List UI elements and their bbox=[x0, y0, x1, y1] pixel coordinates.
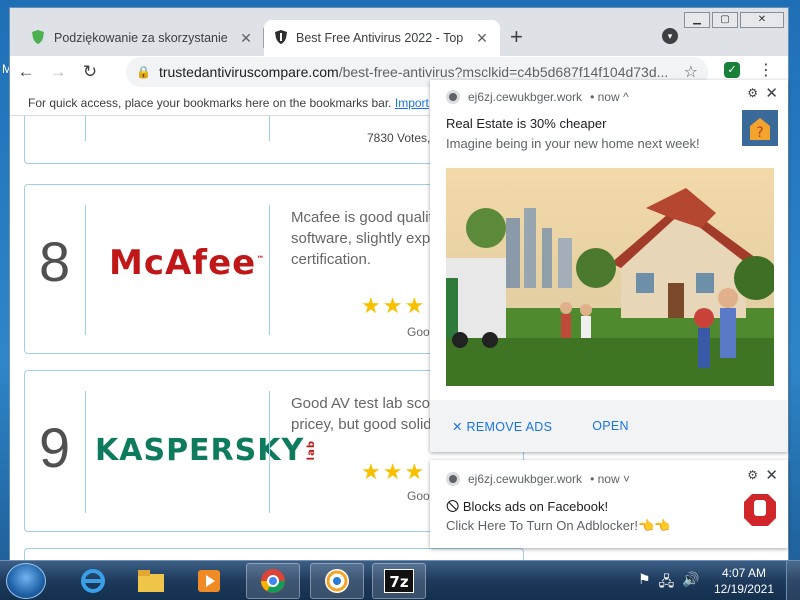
notification-time: • now ^ bbox=[590, 90, 629, 104]
lock-icon: 🔒 bbox=[136, 65, 151, 79]
chrome-taskbar-icon[interactable] bbox=[246, 563, 300, 599]
avast-secure-browser-icon[interactable] bbox=[310, 563, 364, 599]
card-divider bbox=[85, 116, 86, 141]
tab-active[interactable]: Best Free Antivirus 2022 - Top 10 ✕ bbox=[264, 20, 500, 56]
tab-strip: Podziękowanie za skorzystanie z ✕ Best F… bbox=[10, 8, 788, 56]
tab-close-icon[interactable]: ✕ bbox=[474, 30, 490, 47]
start-button[interactable] bbox=[6, 563, 46, 599]
notification-body: Click Here To Turn On Adblocker!👈👈 bbox=[446, 518, 671, 533]
tab-close-icon[interactable]: ✕ bbox=[238, 30, 254, 47]
chrome-icon bbox=[446, 90, 460, 104]
card-divider bbox=[269, 391, 270, 513]
action-center-flag-icon[interactable]: ⚑ bbox=[638, 571, 651, 595]
remove-ads-button[interactable]: ✕ REMOVE ADS bbox=[452, 419, 552, 434]
menu-kebab-icon[interactable]: ⋮ bbox=[758, 60, 774, 80]
forward-arrow-icon[interactable]: → bbox=[42, 62, 74, 82]
reload-icon[interactable]: ↻ bbox=[74, 62, 106, 82]
card-description: Mcafee is good quality software, slightl… bbox=[291, 207, 440, 270]
internet-explorer-icon[interactable] bbox=[66, 563, 120, 599]
minimize-button[interactable]: ▁ bbox=[684, 12, 710, 28]
close-window-button[interactable]: ✕ bbox=[740, 12, 784, 28]
tab-label: Podziękowanie za skorzystanie z bbox=[54, 31, 230, 45]
rank-number: 8 bbox=[39, 230, 71, 293]
tab-search-icon[interactable]: ▾ bbox=[662, 28, 678, 44]
brand-name: KASPERSKY bbox=[95, 433, 305, 468]
star-rating: ★★★ bbox=[361, 459, 427, 484]
clock-time: 4:07 AM bbox=[721, 566, 766, 580]
rating-verdict: Goo bbox=[407, 325, 430, 339]
desc-line: Mcafee is good quality bbox=[291, 209, 441, 226]
media-player-icon[interactable] bbox=[182, 563, 236, 599]
close-icon: ✕ bbox=[452, 419, 467, 434]
notification-body: Imagine being in your new home next week… bbox=[446, 136, 700, 151]
rank-number: 9 bbox=[39, 416, 71, 479]
notification-time: • now ˅ bbox=[590, 472, 630, 486]
shield-favicon-icon bbox=[30, 29, 46, 48]
star-rating: ★★★ bbox=[361, 293, 427, 318]
svg-text:7z: 7z bbox=[389, 573, 408, 591]
chrome-icon bbox=[446, 472, 460, 486]
new-tab-button[interactable]: + bbox=[510, 24, 523, 50]
card-divider bbox=[269, 116, 270, 141]
rating-verdict: Goo bbox=[407, 489, 430, 503]
card-description: Good AV test lab score pricey, but good … bbox=[291, 393, 443, 435]
notification-header: ej6zj.cewukbger.work • now ˅ bbox=[446, 472, 630, 486]
remove-ads-label: REMOVE ADS bbox=[466, 419, 553, 434]
card-divider bbox=[85, 391, 86, 513]
taskbar: 7z ⚑ 🖧 🔊 4:07 AM 12/19/2021 bbox=[0, 560, 800, 600]
desc-line: Good AV test lab score bbox=[291, 395, 444, 412]
brand-suffix: lab bbox=[306, 439, 318, 460]
trademark-mark: ™ bbox=[256, 254, 266, 264]
clock-date: 12/19/2021 bbox=[713, 582, 774, 596]
notification-title: Real Estate is 30% cheaper bbox=[446, 116, 607, 131]
house-illustration bbox=[446, 168, 774, 386]
notification-source: ej6zj.cewukbger.work bbox=[468, 90, 583, 104]
bookmark-star-icon[interactable]: ☆ bbox=[684, 62, 698, 82]
desc-line: pricey, but good solid bbox=[291, 416, 432, 433]
tab-label: Best Free Antivirus 2022 - Top 10 bbox=[296, 31, 466, 45]
settings-gear-icon[interactable]: ⚙ bbox=[747, 468, 758, 482]
card-divider bbox=[85, 205, 86, 335]
card-divider bbox=[269, 205, 270, 335]
close-icon[interactable]: ✕ bbox=[765, 84, 778, 102]
7zip-icon[interactable]: 7z bbox=[372, 563, 426, 599]
notification-header: ej6zj.cewukbger.work • now ^ bbox=[446, 90, 629, 104]
url-path: /best-free-antivirus?msclkid=c4b5d687f14… bbox=[338, 64, 669, 80]
mcafee-logo: McAfee™ bbox=[109, 243, 265, 283]
settings-gear-icon[interactable]: ⚙ bbox=[747, 86, 758, 100]
volume-icon[interactable]: 🔊 bbox=[682, 571, 699, 595]
window-controls: ▁ ▢ ✕ bbox=[684, 12, 784, 28]
url-host: trustedantiviruscompare.com bbox=[158, 64, 339, 80]
notification-source: ej6zj.cewukbger.work bbox=[468, 472, 583, 486]
maximize-button[interactable]: ▢ bbox=[712, 12, 738, 28]
tab-inactive[interactable]: Podziękowanie za skorzystanie z ✕ bbox=[20, 20, 264, 56]
notification-popup[interactable]: ej6zj.cewukbger.work • now ^ ⚙ ✕ Real Es… bbox=[430, 80, 788, 452]
notification-thumbnail: ? bbox=[742, 110, 778, 146]
desc-line: software, slightly expe bbox=[291, 230, 439, 247]
votes-count: 7830 Votes, bbox=[367, 131, 431, 145]
back-arrow-icon[interactable]: ← bbox=[10, 62, 42, 82]
file-explorer-icon[interactable] bbox=[124, 563, 178, 599]
clock[interactable]: 4:07 AM 12/19/2021 bbox=[714, 565, 774, 597]
shield-favicon-icon bbox=[274, 29, 288, 48]
desc-line: certification. bbox=[291, 251, 372, 268]
system-tray: ⚑ 🖧 🔊 bbox=[638, 571, 700, 595]
bookmarks-hint: For quick access, place your bookmarks h… bbox=[28, 96, 392, 110]
network-icon[interactable]: 🖧 bbox=[659, 571, 675, 595]
import-bookmarks-link[interactable]: Import bbox=[395, 96, 429, 110]
brand-name: McAfee bbox=[109, 243, 257, 283]
notification-actions: ✕ REMOVE ADS OPEN bbox=[430, 400, 788, 452]
notification-popup[interactable]: ej6zj.cewukbger.work • now ˅ ⚙ ✕ 🛇 Block… bbox=[430, 460, 788, 548]
close-icon[interactable]: ✕ bbox=[765, 466, 778, 484]
rank-card-partial bbox=[24, 548, 524, 560]
kaspersky-logo: KASPERSKY lab bbox=[95, 433, 317, 468]
notification-title: 🛇 Blocks ads on Facebook! bbox=[446, 499, 609, 514]
open-button[interactable]: OPEN bbox=[592, 419, 629, 433]
adblock-plus-icon bbox=[742, 492, 778, 528]
extension-shield-icon[interactable]: ✓ bbox=[724, 62, 740, 78]
show-desktop-button[interactable] bbox=[786, 561, 800, 600]
svg-text:?: ? bbox=[756, 125, 763, 141]
